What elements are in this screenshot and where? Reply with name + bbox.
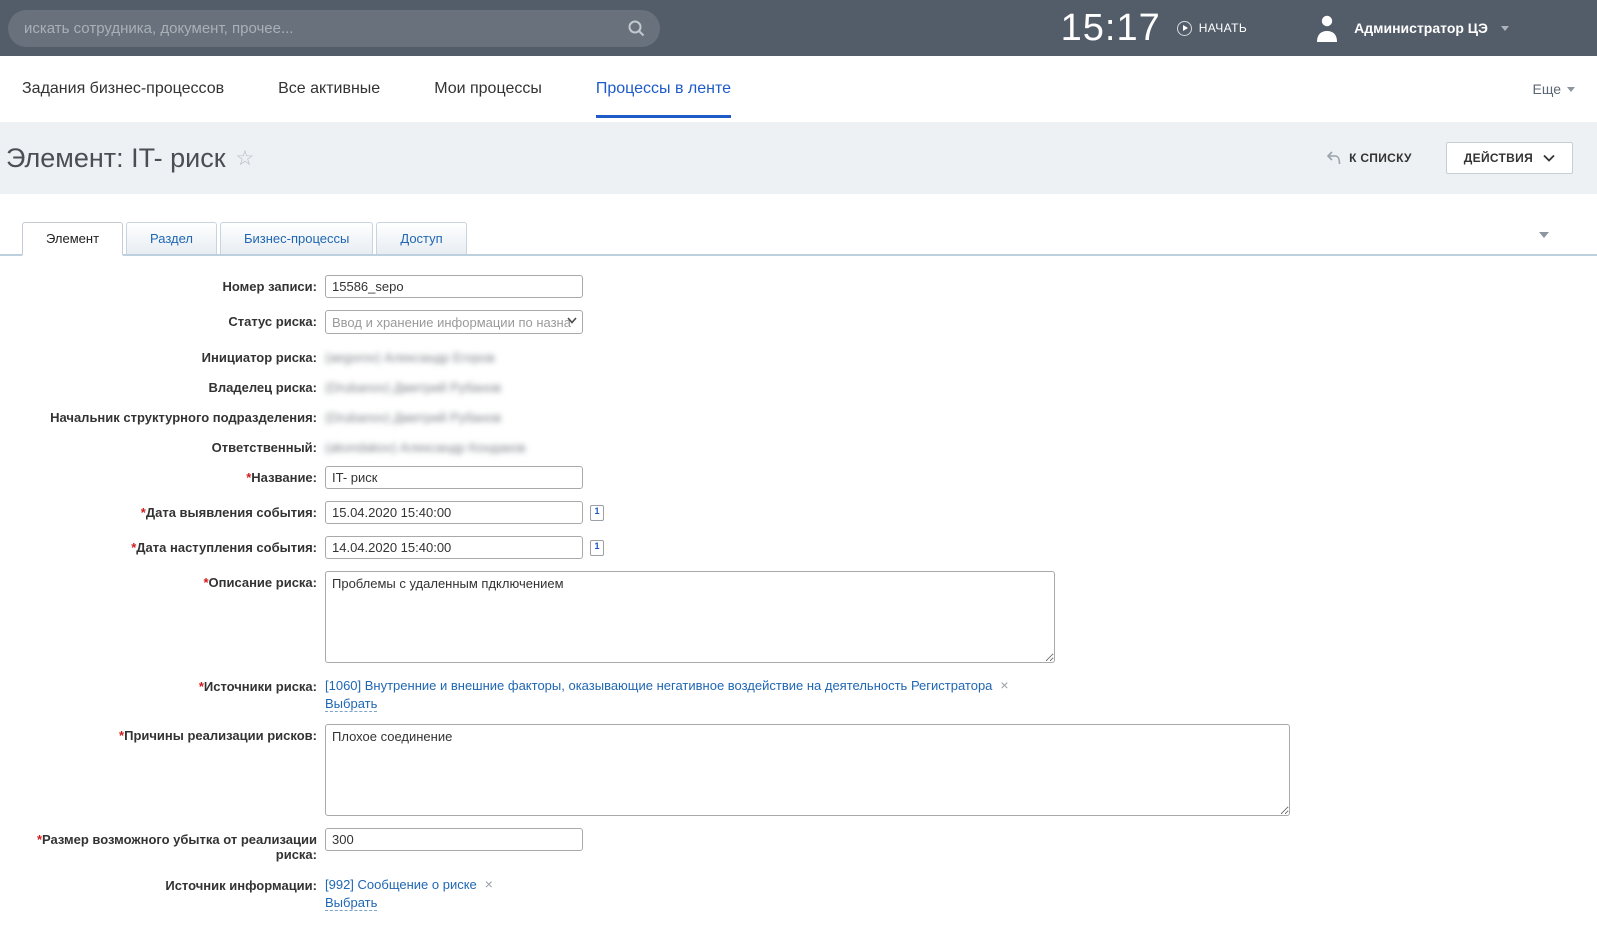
form-row: *Размер возможного убытка от реализации … xyxy=(0,828,1597,862)
tab-business-processes[interactable]: Бизнес-процессы xyxy=(220,222,373,254)
main-nav: Задания бизнес-процессов Все активные Мо… xyxy=(0,56,1597,122)
info-source-link[interactable]: [992] Сообщение о риске xyxy=(325,877,477,892)
causes-textarea[interactable]: Плохое соединение xyxy=(325,724,1290,816)
page-header: Элемент: IT- риск ☆ К СПИСКУ ДЕЙСТВИЯ xyxy=(0,122,1597,194)
play-icon xyxy=(1177,21,1192,36)
form-row: *Причины реализации рисков: Плохое соеди… xyxy=(0,724,1597,816)
record-number-input[interactable] xyxy=(325,275,583,298)
field-label: *Название: xyxy=(0,466,325,485)
chevron-down-icon xyxy=(1543,154,1555,162)
responsible-value: (akondakov) Александр Кондаков xyxy=(325,436,526,455)
back-arrow-icon xyxy=(1326,151,1341,165)
tab-element[interactable]: Элемент xyxy=(22,222,123,256)
element-form: Номер записи: Статус риска: Ввод и хране… xyxy=(0,256,1597,911)
search-input[interactable] xyxy=(24,20,627,37)
form-row: Владелец риска: (Drubanov) Дмитрий Рубан… xyxy=(0,376,1597,395)
field-label: *Описание риска: xyxy=(0,571,325,590)
nav-more-button[interactable]: Еще xyxy=(1533,56,1576,122)
calendar-icon[interactable]: 1 xyxy=(590,540,604,556)
risk-status-select[interactable]: Ввод и хранение информации по назна xyxy=(325,310,583,334)
global-search[interactable] xyxy=(8,10,660,47)
description-textarea[interactable]: Проблемы с удаленным пдключением xyxy=(325,571,1055,663)
search-icon[interactable] xyxy=(627,19,646,38)
start-label: НАЧАТЬ xyxy=(1199,21,1247,35)
field-label: Источник информации: xyxy=(0,874,325,893)
field-label: *Причины реализации рисков: xyxy=(0,724,325,743)
detect-date-input[interactable] xyxy=(325,501,583,524)
favorite-star-icon[interactable]: ☆ xyxy=(236,146,255,171)
more-label: Еще xyxy=(1533,81,1562,97)
form-row: Статус риска: Ввод и хранение информации… xyxy=(0,310,1597,334)
user-name: Администратор ЦЭ xyxy=(1354,20,1488,36)
form-row: Ответственный: (akondakov) Александр Кон… xyxy=(0,436,1597,455)
form-row: *Название: xyxy=(0,466,1597,489)
nav-processes-feed[interactable]: Процессы в ленте xyxy=(596,56,731,122)
field-label: Номер записи: xyxy=(0,275,325,294)
chevron-down-icon xyxy=(1501,26,1509,31)
form-row: *Описание риска: Проблемы с удаленным пд… xyxy=(0,571,1597,663)
form-row: Номер записи: xyxy=(0,275,1597,298)
remove-icon[interactable]: × xyxy=(1000,677,1008,693)
actions-button[interactable]: ДЕЙСТВИЯ xyxy=(1446,142,1573,174)
occur-date-input[interactable] xyxy=(325,536,583,559)
field-label: Начальник структурного подразделения: xyxy=(0,406,325,425)
name-input[interactable] xyxy=(325,466,583,489)
department-head-value: (Drubanov) Дмитрий Рубанов xyxy=(325,406,501,425)
tab-section[interactable]: Раздел xyxy=(126,222,217,254)
form-row: Источник информации: [992] Сообщение о р… xyxy=(0,874,1597,911)
remove-icon[interactable]: × xyxy=(485,876,493,892)
choose-source-link[interactable]: Выбрать xyxy=(325,696,377,712)
risk-source-link[interactable]: [1060] Внутренние и внешние факторы, ока… xyxy=(325,678,992,693)
form-row: Инициатор риска: (aegorov) Александр Его… xyxy=(0,346,1597,365)
choose-info-source-link[interactable]: Выбрать xyxy=(325,895,377,911)
owner-value: (Drubanov) Дмитрий Рубанов xyxy=(325,376,501,395)
page-title: Элемент: IT- риск xyxy=(6,143,226,174)
form-row: *Дата наступления события: 1 xyxy=(0,536,1597,559)
form-row: *Дата выявления события: 1 xyxy=(0,501,1597,524)
user-menu[interactable]: Администратор ЦЭ xyxy=(1313,13,1509,43)
loss-amount-input[interactable] xyxy=(325,828,583,851)
field-label: *Дата наступления события: xyxy=(0,536,325,555)
back-label: К СПИСКУ xyxy=(1349,151,1412,165)
field-label: Владелец риска: xyxy=(0,376,325,395)
field-label: *Размер возможного убытка от реализации … xyxy=(0,828,325,862)
nav-my-processes[interactable]: Мои процессы xyxy=(434,56,542,122)
chevron-down-icon xyxy=(1567,87,1575,92)
tab-access[interactable]: Доступ xyxy=(376,222,466,254)
actions-label: ДЕЙСТВИЯ xyxy=(1464,151,1533,165)
field-label: Статус риска: xyxy=(0,310,325,329)
detail-tabs: Элемент Раздел Бизнес-процессы Доступ xyxy=(0,222,1597,256)
initiator-value: (aegorov) Александр Егоров xyxy=(325,346,495,365)
chevron-down-icon xyxy=(567,317,577,324)
field-label: Ответственный: xyxy=(0,436,325,455)
field-label: *Дата выявления события: xyxy=(0,501,325,520)
form-row: Начальник структурного подразделения: (D… xyxy=(0,406,1597,425)
field-label: Инициатор риска: xyxy=(0,346,325,365)
field-label: *Источники риска: xyxy=(0,675,325,694)
top-bar: 15:17 НАЧАТЬ Администратор ЦЭ xyxy=(0,0,1597,56)
nav-bp-tasks[interactable]: Задания бизнес-процессов xyxy=(22,56,224,122)
tabs-settings-caret-icon[interactable] xyxy=(1539,232,1549,238)
calendar-icon[interactable]: 1 xyxy=(590,505,604,521)
form-row: *Источники риска: [1060] Внутренние и вн… xyxy=(0,675,1597,712)
back-to-list-button[interactable]: К СПИСКУ xyxy=(1326,151,1412,165)
nav-all-active[interactable]: Все активные xyxy=(278,56,380,122)
start-workday-button[interactable]: НАЧАТЬ xyxy=(1177,21,1247,36)
worktime-clock[interactable]: 15:17 xyxy=(1061,9,1161,47)
avatar xyxy=(1313,13,1341,43)
